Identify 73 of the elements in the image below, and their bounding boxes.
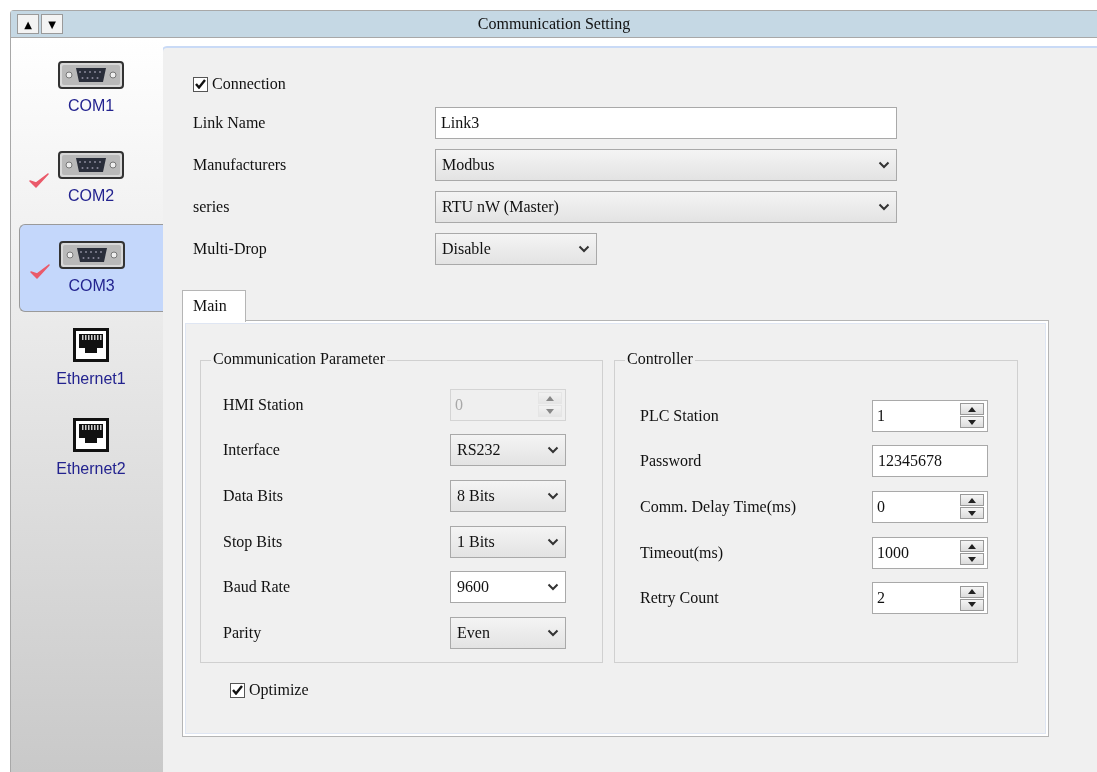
spin-field[interactable]: 1000 (872, 536, 988, 569)
window-title: Communication Setting (477, 15, 631, 33)
chevron-down-icon (878, 161, 890, 169)
scroll-up-button[interactable]: ▲ (17, 14, 39, 34)
checkbox[interactable] (193, 76, 208, 92)
field-label: series (193, 198, 231, 216)
text-field[interactable]: Link3 (435, 107, 897, 139)
field-label: Stop Bits (223, 532, 284, 551)
dropdown[interactable]: Disable (435, 233, 597, 265)
step-down-button[interactable] (960, 553, 984, 566)
triangle-up-icon (546, 395, 554, 401)
dropdown[interactable]: RS232 (450, 434, 566, 467)
chevron-down-icon (547, 446, 559, 455)
chevron-down-icon (547, 583, 559, 592)
field-label: Data Bits (223, 487, 284, 505)
dropdown[interactable]: 8 Bits (450, 480, 566, 512)
chevron-down-icon (547, 537, 559, 546)
device-tab[interactable]: COM3 (19, 224, 163, 312)
field-label: Comm. Delay Time(ms) (640, 498, 797, 516)
field-label: Interface (223, 441, 281, 460)
spin-field[interactable]: 0 (872, 491, 988, 523)
serial-port-icon (58, 151, 124, 179)
field-label: Manufacturers (193, 156, 288, 174)
dropdown[interactable]: Modbus (435, 149, 897, 181)
serial-port-icon (58, 241, 125, 269)
triangle-down-icon (968, 511, 976, 516)
step-up-button[interactable] (960, 585, 984, 598)
triangle-up-icon (968, 498, 976, 503)
dropdown[interactable]: 1 Bits (450, 525, 566, 558)
triangle-down-icon (968, 602, 976, 608)
field-label: PLC Station (640, 406, 720, 425)
triangle-down-icon (968, 556, 976, 562)
chevron-down-icon (547, 628, 559, 637)
spin-field[interactable]: 2 (872, 582, 988, 615)
dropdown[interactable]: RTU nW (Master) (435, 191, 897, 223)
field-label: HMI Station (223, 395, 305, 414)
field-label: Retry Count (640, 589, 720, 608)
network-port-icon (73, 418, 109, 452)
checkbox[interactable] (230, 682, 245, 698)
dropdown[interactable]: Even (450, 616, 566, 649)
field-label: Multi-Drop (193, 240, 268, 258)
field-label: Parity (223, 623, 263, 642)
field-label: Link Name (193, 114, 267, 132)
field-label: Baud Rate (223, 578, 292, 597)
chevron-down-icon (878, 203, 890, 211)
step-up-button[interactable] (960, 403, 984, 416)
triangle-down-icon (968, 419, 976, 425)
device-tab[interactable]: COM2 (19, 134, 163, 222)
step-down-button[interactable] (960, 416, 984, 429)
text-field[interactable]: 12345678 (872, 445, 988, 478)
network-port-icon (73, 328, 109, 362)
spin-field[interactable]: 1 (872, 399, 988, 432)
chevron-down-icon (547, 492, 559, 500)
chevron-down-icon (578, 245, 590, 253)
step-down-button[interactable] (960, 507, 984, 520)
device-tab[interactable]: Ethernet1 (19, 314, 163, 402)
tab[interactable]: Main (182, 290, 246, 322)
triangle-down-icon (546, 408, 554, 414)
field-label: Timeout(ms) (640, 543, 724, 562)
step-down-button[interactable] (960, 598, 984, 611)
checkbox-label: Optimize (249, 681, 309, 699)
triangle-up-icon (968, 406, 976, 412)
scroll-down-button[interactable]: ▼ (41, 14, 63, 34)
device-tab[interactable]: Ethernet2 (19, 404, 163, 492)
triangle-up-icon (968, 589, 976, 595)
step-up-button[interactable] (960, 540, 984, 553)
serial-port-icon (58, 61, 124, 89)
field-label: Password (640, 452, 703, 471)
triangle-up-icon (968, 543, 976, 549)
combo-box[interactable]: 9600 (450, 571, 566, 604)
step-up-button[interactable] (960, 494, 984, 507)
checkbox-label: Connection (212, 75, 286, 93)
device-tab[interactable]: COM1 (19, 44, 163, 132)
